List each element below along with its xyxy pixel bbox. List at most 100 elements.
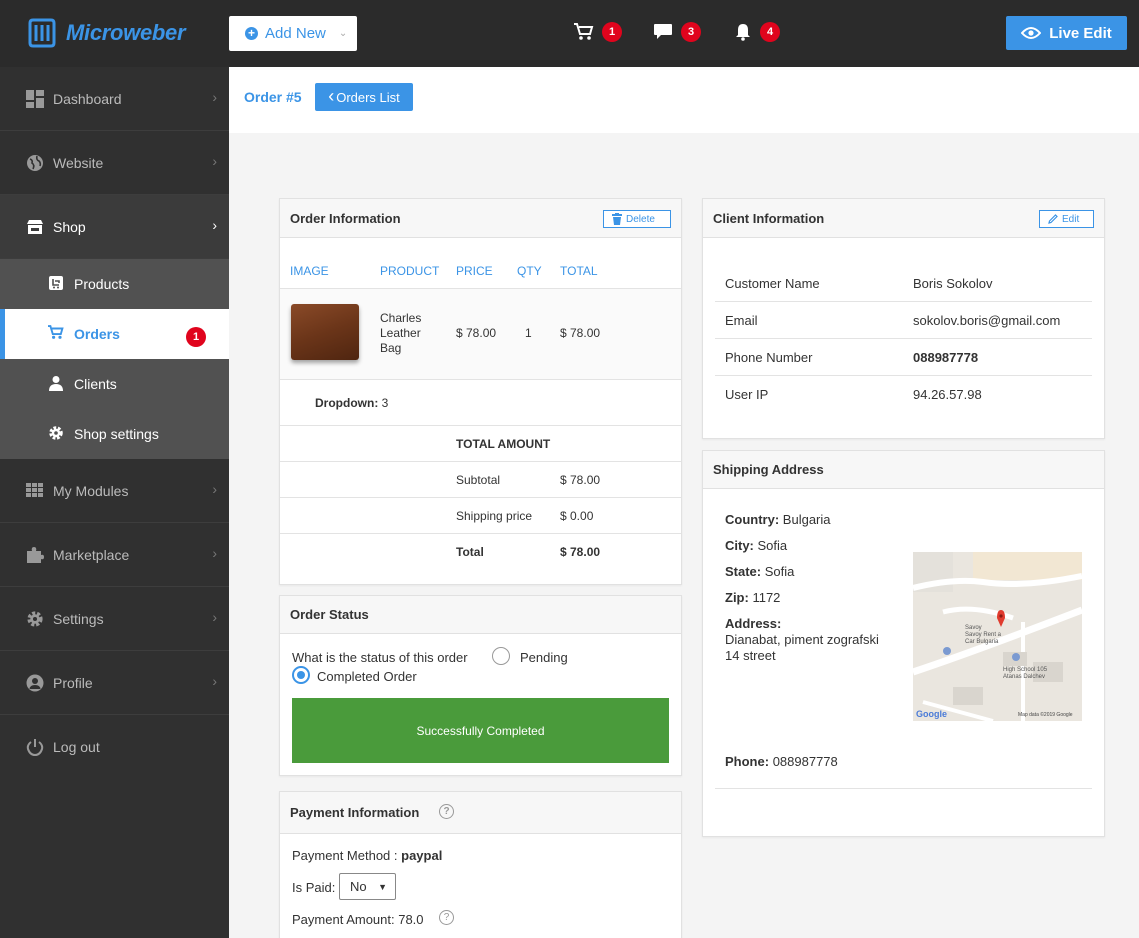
sidebar-item-clients[interactable]: Clients <box>0 359 229 409</box>
power-icon <box>25 738 44 757</box>
delete-button[interactable]: Delete <box>603 210 671 228</box>
cart-notification[interactable]: 1 <box>574 22 622 42</box>
gear-icon <box>25 609 44 628</box>
divider <box>715 338 1092 339</box>
card-title: Order Information <box>290 210 401 226</box>
client-information-header: Client Information Edit <box>703 199 1104 238</box>
map-place-school: High School 105 Atanas Dalchev <box>1003 667 1048 680</box>
payment-information-header: Payment Information ? <box>280 792 681 834</box>
comments-badge: 3 <box>681 22 701 42</box>
sidebar-item-dashboard[interactable]: Dashboard › <box>0 67 229 131</box>
chevron-right-icon: › <box>212 609 217 625</box>
sidebar-item-label: Website <box>53 154 104 171</box>
order-status-card: Order Status What is the status of this … <box>279 595 682 776</box>
trash-icon <box>612 213 622 225</box>
total-amount-heading: TOTAL AMOUNT <box>456 437 551 451</box>
sidebar-item-website[interactable]: Website › <box>0 131 229 195</box>
subtotal-label: Subtotal <box>456 473 501 487</box>
card-title: Shipping Address <box>713 462 824 477</box>
status-banner: Successfully Completed <box>292 698 669 763</box>
shop-submenu: Products Orders 1 Clients Shop settings <box>0 259 229 459</box>
country: Country: Bulgaria <box>725 512 831 527</box>
help-icon[interactable]: ? <box>439 804 454 819</box>
column-header-product: PRODUCT <box>380 264 440 278</box>
product-image[interactable] <box>291 304 359 360</box>
sidebar-item-settings[interactable]: Settings › <box>0 587 229 651</box>
live-edit-button[interactable]: Live Edit <box>1006 16 1127 50</box>
city: City: Sofia <box>725 538 788 553</box>
orders-list-button[interactable]: ‹ Orders List <box>315 83 413 111</box>
sidebar-item-label: Products <box>74 276 130 292</box>
edit-button[interactable]: Edit <box>1039 210 1094 228</box>
order-information-header: Order Information Delete <box>280 199 681 238</box>
sidebar-item-shop-settings[interactable]: Shop settings <box>0 409 229 459</box>
help-icon[interactable]: ? <box>439 910 454 925</box>
product-name[interactable]: Charles Leather Bag <box>380 311 421 356</box>
shipping-phone: Phone: 088987778 <box>725 754 838 769</box>
phone-number-label: Phone Number <box>725 350 813 365</box>
chevron-down-icon: ⌄ <box>338 28 348 39</box>
add-new-label: Add New <box>265 25 326 42</box>
comments-notification[interactable]: 3 <box>653 22 701 42</box>
logo[interactable]: Microweber <box>26 17 186 49</box>
chevron-right-icon: › <box>212 481 217 497</box>
shipping-address-header: Shipping Address <box>703 451 1104 489</box>
is-paid-select[interactable]: No ▼ <box>339 873 396 900</box>
chevron-right-icon: › <box>212 217 217 233</box>
email-value: sokolov.boris@gmail.com <box>913 313 1061 328</box>
orders-badge: 1 <box>186 327 206 347</box>
sidebar-item-orders[interactable]: Orders 1 <box>0 309 229 359</box>
state: State: Sofia <box>725 564 795 579</box>
divider <box>280 497 681 498</box>
sidebar-item-shop[interactable]: Shop › <box>0 195 229 259</box>
sidebar-item-my-modules[interactable]: My Modules › <box>0 459 229 523</box>
cart-badge: 1 <box>602 22 622 42</box>
sidebar-item-label: Shop settings <box>74 426 159 442</box>
sidebar-item-products[interactable]: Products <box>0 259 229 309</box>
page-title: Order #5 <box>244 89 302 105</box>
user-icon <box>48 375 64 394</box>
sidebar-item-logout[interactable]: Log out <box>0 715 229 779</box>
phone-number-value: 088987778 <box>913 350 979 365</box>
comment-icon <box>654 24 672 39</box>
divider <box>280 461 681 462</box>
column-header-image: IMAGE <box>290 264 329 278</box>
sidebar-item-marketplace[interactable]: Marketplace › <box>0 523 229 587</box>
plus-icon: + <box>245 27 258 40</box>
subtotal-value: $ 78.00 <box>560 473 601 487</box>
is-paid-value: No <box>350 879 367 894</box>
is-paid-label: Is Paid: <box>292 880 336 895</box>
map-place-savoy: Savoy Savoy Rent a Car Bulgaria <box>965 625 1002 645</box>
sidebar-item-label: Clients <box>74 376 117 392</box>
customer-name-label: Customer Name <box>725 276 820 291</box>
client-information-card: Client Information Edit Customer Name Bo… <box>702 198 1105 439</box>
map[interactable]: Savoy Savoy Rent a Car Bulgaria High Sch… <box>913 552 1082 721</box>
table-row: Charles Leather Bag $ 78.00 1 $ 78.00 <box>280 289 681 379</box>
add-new-button[interactable]: + Add New ⌄ <box>229 16 357 51</box>
email-label: Email <box>725 313 758 328</box>
address: Address: Dianabat, piment zografski 14 s… <box>725 616 879 663</box>
sidebar-item-label: Dashboard <box>53 90 122 107</box>
pending-radio[interactable] <box>492 647 510 665</box>
sidebar-item-label: Shop <box>53 218 86 235</box>
grid-icon <box>25 481 44 500</box>
completed-radio[interactable] <box>292 666 310 684</box>
order-status-header: Order Status <box>280 596 681 634</box>
card-title: Client Information <box>713 210 825 226</box>
shipping-price-value: $ 0.00 <box>560 509 594 523</box>
divider <box>715 301 1092 302</box>
shipping-price-label: Shipping price <box>456 509 533 523</box>
sidebar-item-label: Marketplace <box>53 546 130 563</box>
divider <box>280 379 681 380</box>
sidebar-item-label: Log out <box>53 739 100 755</box>
completed-label: Completed Order <box>317 669 417 684</box>
column-header-qty: QTY <box>517 264 542 278</box>
sidebar-item-label: Profile <box>53 674 93 691</box>
payment-method: Payment Method : paypal <box>292 848 443 863</box>
delete-label: Delete <box>626 213 655 225</box>
payment-information-card: Payment Information ? Payment Method : p… <box>279 791 682 938</box>
cart-icon <box>48 325 64 343</box>
customer-name-value: Boris Sokolov <box>913 276 993 291</box>
notifications-bell[interactable]: 4 <box>734 22 780 42</box>
sidebar-item-profile[interactable]: Profile › <box>0 651 229 715</box>
